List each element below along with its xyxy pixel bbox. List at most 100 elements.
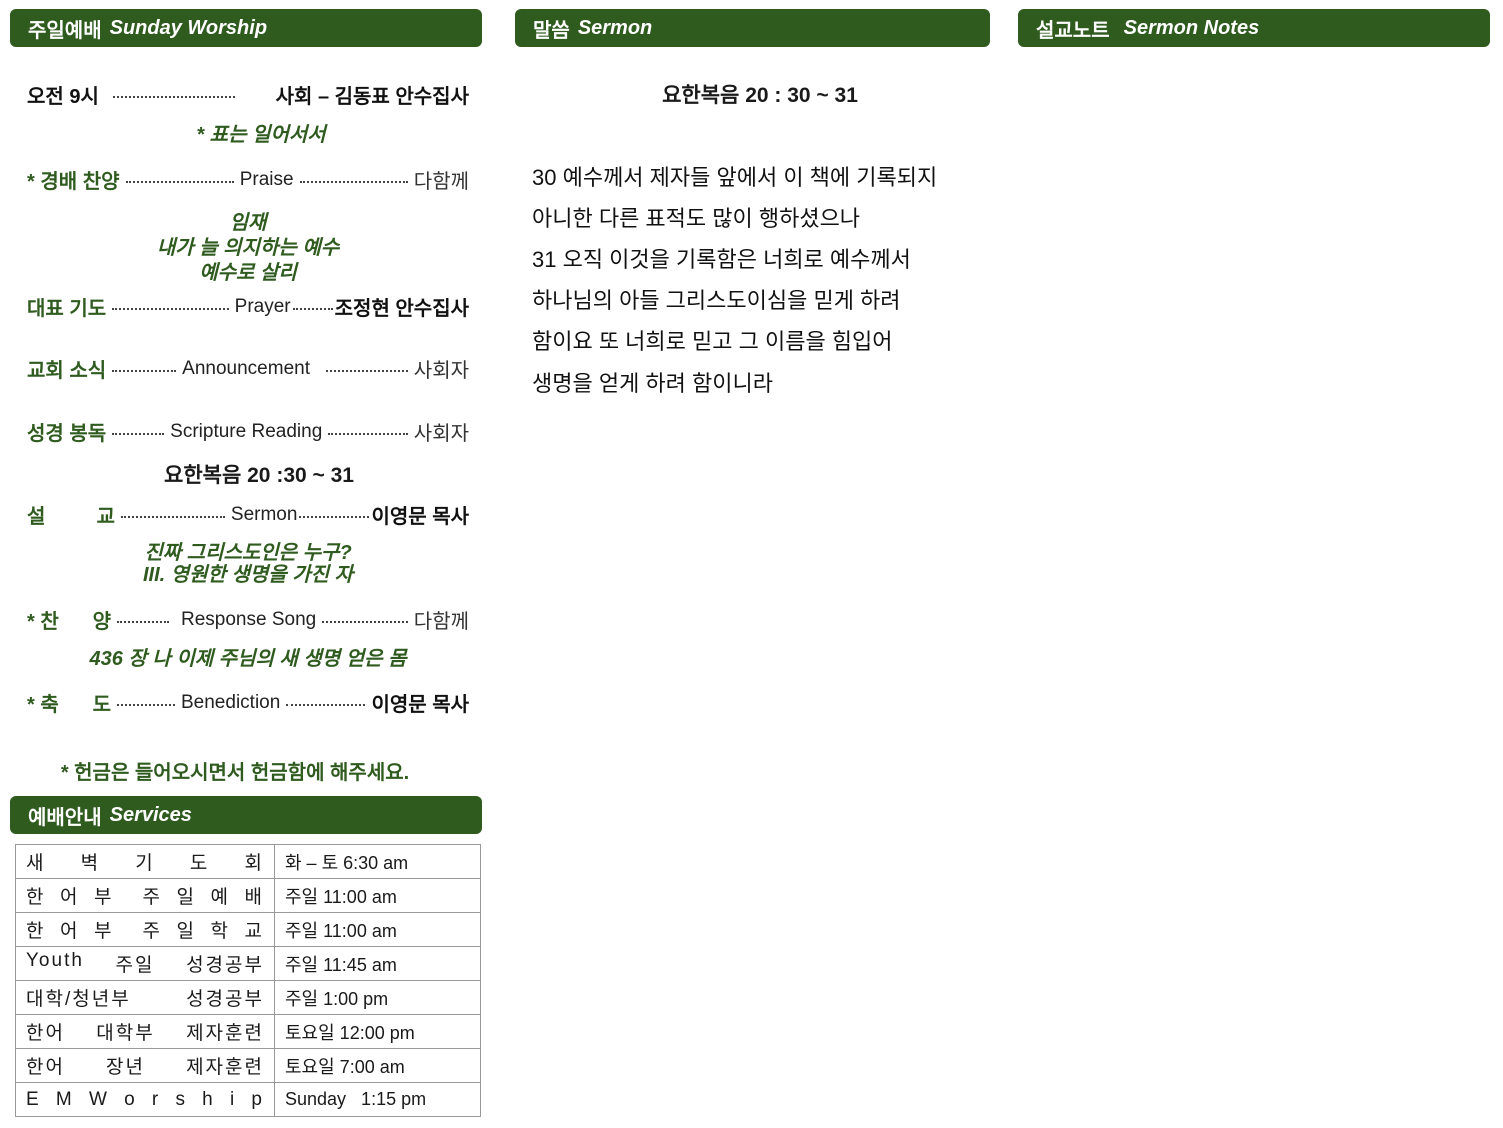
service-time: 주일 11:45 am	[274, 946, 481, 981]
benediction-right: 이영문 목사	[371, 694, 469, 716]
dot-leader	[328, 432, 408, 435]
dot-leader	[292, 307, 333, 310]
service-name-part: 주일	[115, 955, 155, 976]
dot-leader	[286, 703, 366, 706]
response-row: * 찬 양 Response Song 다함께	[27, 605, 469, 634]
praise-songs: 임재 내가 늘 의지하는 예수 예수로 살리	[27, 211, 469, 286]
service-name: 한어 대학부 제자훈련	[15, 1014, 275, 1049]
services-row: 한어 대학부 제자훈련 토요일 12:00 pm	[15, 1014, 481, 1049]
sermon-label-b: 교	[96, 506, 115, 528]
worship-time: 오전 9시	[27, 86, 99, 108]
service-name-part: 성경공부	[186, 955, 264, 976]
sermon-title: 진짜 그리스도인은 누구? III. 영원한 생명을 가진 자	[27, 542, 469, 586]
verse-line: 아니한 다른 표적도 많이 행하셨으나	[532, 206, 861, 231]
service-name-part: 제자훈련	[186, 1023, 264, 1044]
verse-line: 하나님의 아들 그리스도이심을 믿게 하려	[532, 288, 901, 313]
scripture-mid: Scripture Reading	[170, 420, 323, 442]
sermon-mid: Sermon	[230, 503, 298, 525]
service-name-part: i	[229, 1088, 237, 1110]
service-name-part: 한	[26, 921, 46, 942]
service-name-part: M	[55, 1088, 74, 1110]
service-name-part: 제자훈련	[186, 1057, 264, 1078]
dot-leader	[117, 620, 169, 623]
benediction-row: * 축 도 Benediction 이영문 목사	[27, 688, 469, 717]
service-name: 대학/청년부 성경공부	[15, 980, 275, 1015]
worship-header-en: Sunday Worship	[109, 16, 268, 39]
service-time: 주일 1:00 pm	[274, 980, 481, 1015]
service-name-part: 한어	[26, 1057, 65, 1078]
services-header-ko: 예배안내	[28, 806, 102, 829]
dot-leader	[112, 369, 177, 372]
dot-leader	[117, 703, 175, 706]
verse-line: 생명을 얻게 하려 함이니라	[532, 371, 773, 396]
dot-leader	[125, 180, 234, 183]
notes-header-ko: 설교노트	[1036, 19, 1110, 42]
service-name-part: 벽	[80, 853, 101, 874]
benediction-label: * 축 도	[27, 688, 111, 717]
announce-mid: Announcement	[182, 357, 310, 379]
services-header: 예배안내 Services	[10, 796, 482, 834]
praise-right: 다함께	[413, 171, 469, 193]
hymn: 436 장 나 이제 주님의 새 생명 얻은 몸	[89, 648, 407, 670]
benediction-label-b: 도	[92, 694, 111, 716]
services-header-en: Services	[109, 803, 192, 826]
prayer-row: 대표 기도 Prayer 조정현 안수집사	[27, 292, 469, 321]
praise-song: 예수로 살리	[199, 262, 297, 284]
service-name-part: 예	[210, 887, 230, 908]
worship-leader: 사회 – 김동표 안수집사	[275, 86, 469, 108]
service-name-part: 새	[26, 853, 46, 874]
services-table: 새벽기도회화 – 토 6:30 am 한 어 부 주 일 예 배 주일 11:00 am 한 어 부 주…	[15, 844, 481, 1117]
service-name-part: 일	[176, 921, 196, 942]
response-label: * 찬 양	[27, 605, 111, 634]
service-name-part: 한어	[26, 1023, 65, 1044]
service-name-part: 교	[244, 921, 264, 942]
prayer-right: 조정현 안수집사	[334, 298, 469, 320]
service-name-part: p	[251, 1088, 264, 1110]
dot-leader	[121, 515, 225, 518]
response-label-a: * 찬	[27, 611, 59, 633]
service-name-part: 주	[142, 887, 162, 908]
dot-leader	[299, 515, 370, 518]
service-name: 새벽기도회	[15, 844, 275, 879]
service-name-part: 주	[142, 921, 162, 942]
service-name-part: 도	[189, 853, 210, 874]
service-name-part: 장년	[106, 1057, 145, 1078]
dot-leader	[299, 180, 408, 183]
services-row: 한 어 부 주 일 예 배 주일 11:00 am	[15, 878, 481, 913]
service-name-part: s	[175, 1088, 187, 1110]
services-row: E M Wo r s h i p Sunday 1:15 pm	[15, 1082, 481, 1117]
notes-header: 설교노트 Sermon Notes	[1018, 9, 1490, 47]
stand-note: * 표는 일어서서	[196, 124, 326, 146]
service-name: 한어부 주일학교	[15, 912, 275, 947]
service-time: 화 – 토 6:30 am	[274, 844, 481, 879]
scripture-right: 사회자	[413, 423, 469, 445]
sermon-label-a: 설	[27, 506, 46, 528]
service-name-part: 일	[176, 887, 196, 908]
service-time: 토요일 7:00 am	[274, 1048, 481, 1083]
response-right: 다함께	[413, 611, 469, 633]
scripture-reference: 요한복음 20 :30 ~ 31	[164, 464, 354, 487]
verse-line: 31 오직 이것을 기록함은 너희로 예수께서	[532, 247, 911, 272]
praise-song: 내가 늘 의지하는 예수	[156, 237, 340, 259]
notes-header-en: Sermon Notes	[1123, 16, 1260, 39]
sermon-header: 말씀 Sermon	[515, 9, 990, 47]
service-name-part: 어	[60, 921, 80, 942]
praise-row: * 경배 찬양 Praise 다함께	[27, 165, 469, 194]
service-name-part: 회	[244, 853, 264, 874]
service-time: 주일 11:00 am	[274, 912, 481, 947]
response-label-b: 양	[92, 611, 111, 633]
benediction-label-a: * 축	[27, 694, 59, 716]
service-name-part: 성경공부	[186, 989, 264, 1010]
sermon-header-ko: 말씀	[533, 19, 570, 42]
service-name-part: 어	[60, 887, 80, 908]
dot-leader	[322, 620, 408, 623]
sermon-header-en: Sermon	[577, 16, 653, 39]
service-name-part: 부	[94, 887, 114, 908]
service-name-part: 대학/청년부	[26, 989, 131, 1010]
services-row: 한 어 부 주 일 학 교 주일 11:00 am	[15, 912, 481, 947]
service-name: 한어 장년 제자훈련	[15, 1048, 275, 1083]
service-name-part: h	[202, 1088, 215, 1110]
worship-header-ko: 주일예배	[28, 19, 102, 42]
sermon-title-line: 진짜 그리스도인은 누구?	[144, 542, 352, 564]
service-time: 주일 11:00 am	[274, 878, 481, 913]
